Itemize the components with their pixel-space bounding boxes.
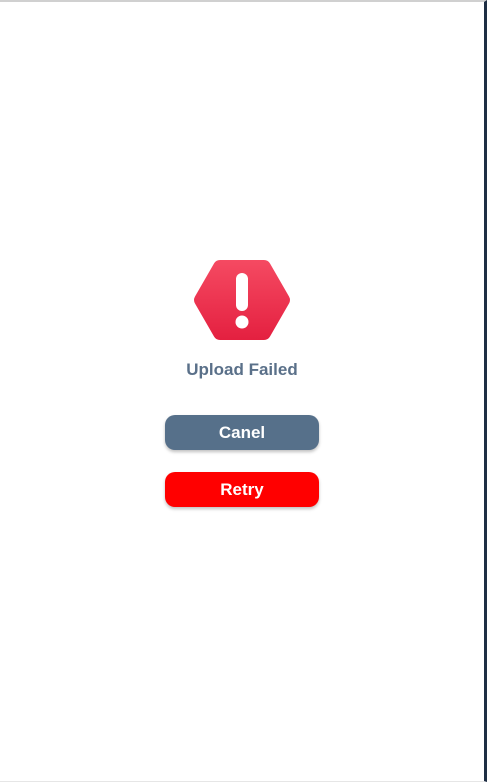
error-octagon-exclamation-icon (192, 257, 292, 343)
cancel-button[interactable]: Canel (165, 415, 319, 450)
app-window: Upload Failed Canel Retry (0, 0, 487, 782)
retry-button[interactable]: Retry (165, 472, 319, 507)
upload-failed-title: Upload Failed (186, 360, 298, 379)
upload-error-dialog: Upload Failed Canel Retry (0, 2, 484, 784)
